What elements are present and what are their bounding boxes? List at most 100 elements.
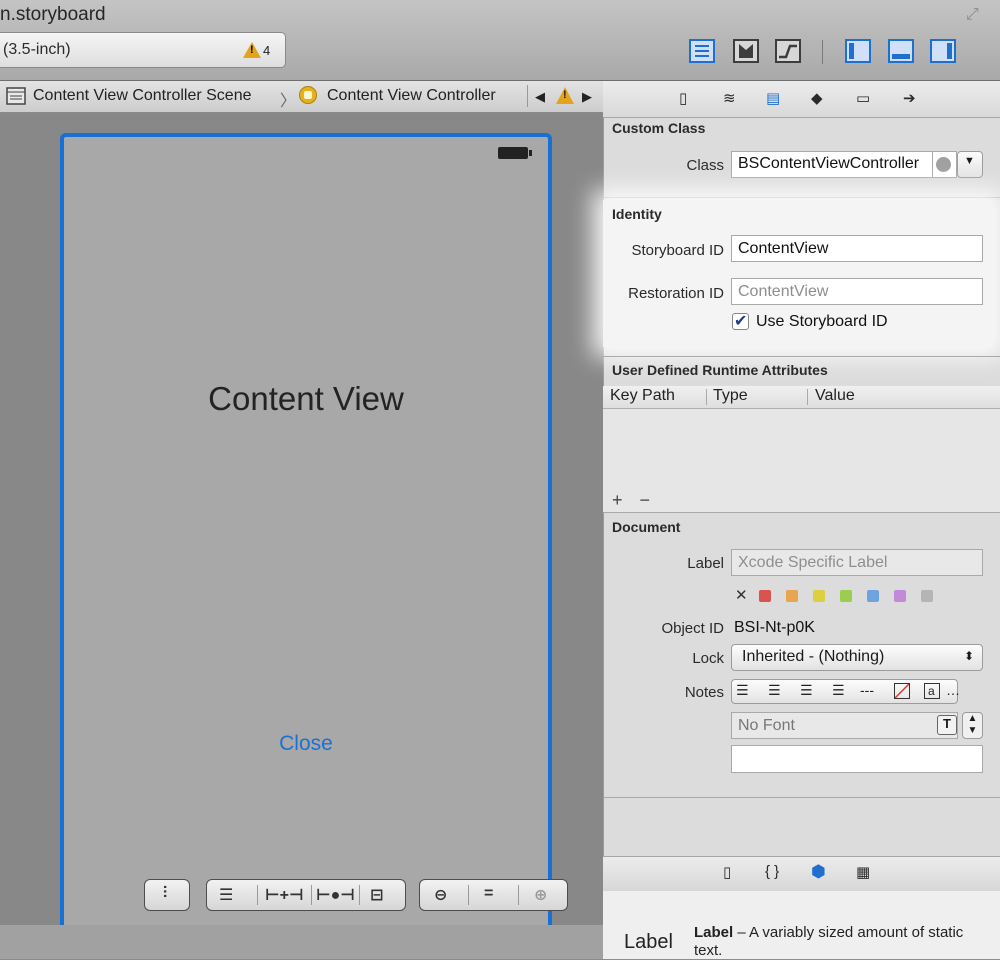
- clear-label-color-icon[interactable]: ✕: [735, 586, 748, 604]
- label-object-icon[interactable]: Label: [624, 931, 673, 954]
- label-color-swatch[interactable]: [813, 590, 825, 602]
- column-value[interactable]: Value: [815, 387, 855, 405]
- file-template-library-icon[interactable]: ▯: [723, 863, 731, 881]
- remove-attribute-button[interactable]: −: [640, 490, 651, 510]
- object-id-label: Object ID: [661, 620, 724, 637]
- class-goto-button[interactable]: [933, 151, 957, 178]
- storyboard-id-label: Storyboard ID: [631, 242, 724, 259]
- close-button[interactable]: Close: [60, 732, 552, 756]
- warning-icon[interactable]: !: [243, 42, 261, 58]
- size-inspector-icon[interactable]: ▭: [856, 89, 870, 107]
- identity-section-title: Identity: [612, 206, 662, 222]
- text-color-icon[interactable]: a: [924, 683, 940, 699]
- standard-editor-button[interactable]: [689, 39, 715, 63]
- popup-arrows-icon: ⬍: [963, 649, 974, 663]
- label-color-swatch[interactable]: [867, 590, 879, 602]
- no-color-icon[interactable]: [894, 683, 910, 699]
- pin-button[interactable]: ⊢+⊣: [265, 885, 304, 905]
- view-controller-icon: [299, 86, 317, 104]
- label-color-swatch[interactable]: [786, 590, 798, 602]
- align-left-icon[interactable]: ☰: [736, 682, 749, 699]
- notes-font-field[interactable]: No Font: [731, 712, 958, 739]
- assistant-editor-button[interactable]: [733, 39, 759, 63]
- lock-popup[interactable]: Inherited - (Nothing) ⬍: [731, 644, 983, 671]
- issue-back-icon[interactable]: ◀: [535, 89, 545, 105]
- document-label-label: Label: [687, 555, 724, 572]
- use-storyboard-id-label: Use Storyboard ID: [756, 313, 888, 330]
- view-controller-frame[interactable]: [60, 133, 552, 959]
- runtime-attributes-table[interactable]: [603, 409, 1000, 512]
- add-attribute-button[interactable]: +: [612, 490, 623, 510]
- label-color-swatch[interactable]: [840, 590, 852, 602]
- label-color-swatch[interactable]: [894, 590, 906, 602]
- jumpbar-controller[interactable]: Content View Controller: [327, 87, 496, 105]
- debug-panel-toggle[interactable]: [888, 39, 914, 63]
- window-toolbar: n.storyboard (3.5-inch) ! 4 ⤢: [0, 0, 1000, 81]
- zoom-out-icon[interactable]: ⊖: [434, 885, 447, 905]
- window-title: n.storyboard: [0, 4, 106, 25]
- scheme-label: (3.5-inch): [3, 41, 71, 58]
- align-button[interactable]: ☰: [219, 885, 233, 905]
- align-right-icon[interactable]: ☰: [800, 682, 813, 699]
- attributes-inspector-icon[interactable]: ◆: [811, 89, 823, 107]
- font-size-stepper[interactable]: ▲ ▼: [962, 712, 983, 739]
- align-center-icon[interactable]: ☰: [768, 682, 781, 699]
- document-section-title: Document: [612, 519, 681, 535]
- lock-value: Inherited - (Nothing): [742, 648, 885, 665]
- zoom-in-icon[interactable]: ⊕: [534, 885, 547, 905]
- inspector-tab-bar: ▯ ≋ ▤ ◆ ▭ ➔: [603, 81, 1000, 118]
- embed-in-button[interactable]: ⊟: [370, 885, 383, 905]
- object-library-icon[interactable]: ⬢: [811, 862, 826, 882]
- quick-help-icon[interactable]: ≋: [723, 89, 736, 107]
- zoom-actual-icon[interactable]: =: [484, 885, 493, 903]
- connections-inspector-icon[interactable]: ➔: [903, 89, 916, 107]
- issue-forward-icon[interactable]: ▶: [582, 89, 592, 105]
- library-tab-bar: ▯ { } ⬢ ▦: [603, 856, 1000, 892]
- fullscreen-icon[interactable]: ⤢: [966, 6, 979, 24]
- runtime-attributes-header: Key Path Type Value: [603, 386, 1000, 409]
- jumpbar-divider: [527, 85, 528, 107]
- runtime-attributes-section-title: User Defined Runtime Attributes: [612, 362, 828, 378]
- column-type[interactable]: Type: [713, 387, 748, 405]
- font-picker-icon[interactable]: T: [937, 715, 957, 735]
- navigator-panel-toggle[interactable]: [845, 39, 871, 63]
- label-color-swatch[interactable]: [921, 590, 933, 602]
- warning-count: 4: [263, 43, 271, 58]
- jumpbar-warning-icon[interactable]: !: [556, 87, 574, 104]
- utilities-panel-toggle[interactable]: [930, 39, 956, 63]
- resolve-issues-button[interactable]: ⊢●⊣: [316, 885, 355, 905]
- notes-text-area[interactable]: [731, 745, 983, 773]
- version-editor-button[interactable]: [775, 39, 801, 63]
- warning-glyph: !: [250, 44, 254, 56]
- strikethrough-icon[interactable]: ---: [860, 682, 874, 698]
- storyboard-id-field[interactable]: ContentView: [731, 235, 983, 262]
- more-options-icon[interactable]: …: [946, 682, 960, 698]
- align-justify-icon[interactable]: ☰: [832, 682, 845, 699]
- restoration-id-field[interactable]: ContentView: [731, 278, 983, 305]
- class-dropdown-arrow[interactable]: ▼: [957, 151, 983, 178]
- media-library-icon[interactable]: ▦: [856, 863, 870, 881]
- class-label: Class: [686, 157, 724, 174]
- lock-label: Lock: [692, 650, 724, 667]
- layout-button-group: ☰ ⊢+⊣ ⊢●⊣ ⊟: [206, 879, 406, 911]
- class-field[interactable]: BSContentViewController: [731, 151, 933, 178]
- object-id-value: BSI-Nt-p0K: [734, 619, 815, 636]
- use-storyboard-id-checkbox[interactable]: ✔: [732, 313, 749, 330]
- jumpbar-scene[interactable]: Content View Controller Scene: [33, 87, 252, 105]
- column-key-path[interactable]: Key Path: [610, 387, 675, 405]
- jump-bar: Content View Controller Scene 〉 Content …: [0, 81, 603, 113]
- library-item-text: – A variably sized amount of static text…: [694, 924, 964, 959]
- scheme-selector[interactable]: (3.5-inch) ! 4: [0, 32, 286, 68]
- code-snippet-library-icon[interactable]: { }: [765, 863, 779, 880]
- notes-format-bar: ☰ ☰ ☰ ☰ --- a …: [731, 679, 960, 704]
- notes-label: Notes: [684, 684, 724, 701]
- label-color-swatch[interactable]: [759, 590, 771, 602]
- resize-constraints-button[interactable]: ⫶: [144, 879, 190, 911]
- content-view-label[interactable]: Content View: [60, 380, 552, 418]
- checkmark-icon: ✔: [734, 313, 748, 330]
- resize-icon: ⫶: [163, 885, 168, 902]
- file-inspector-icon[interactable]: ▯: [679, 89, 687, 107]
- library-item-description: Label – A variably sized amount of stati…: [694, 924, 984, 960]
- document-label-field[interactable]: Xcode Specific Label: [731, 549, 983, 576]
- identity-inspector-icon[interactable]: ▤: [766, 89, 780, 107]
